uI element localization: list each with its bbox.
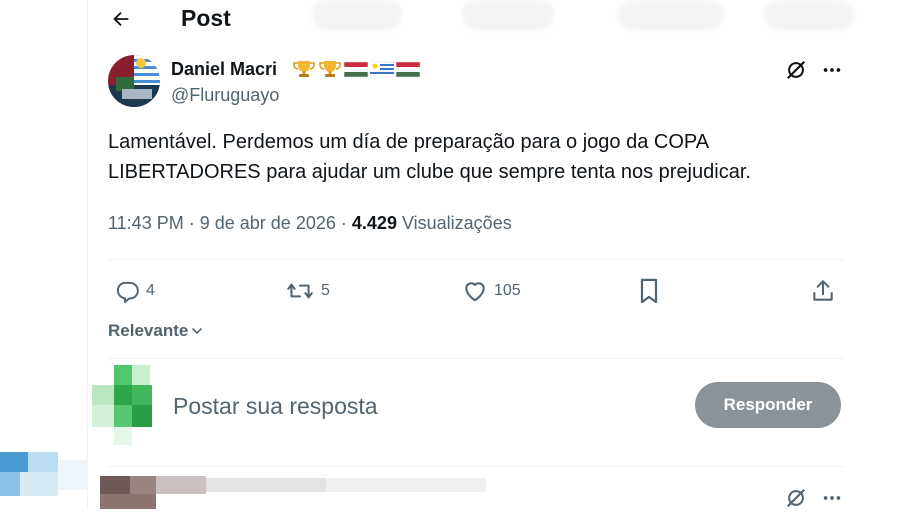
reply-input[interactable] <box>173 388 673 424</box>
reply-icon <box>116 281 139 304</box>
reply-count: 4 <box>146 282 155 299</box>
like-action[interactable]: 105 <box>462 276 521 306</box>
divider <box>108 358 844 359</box>
like-count: 105 <box>494 282 521 299</box>
repost-icon <box>287 283 313 299</box>
author-avatar[interactable] <box>108 55 160 107</box>
sort-label: Relevante <box>108 321 189 340</box>
post-text: Lamentável. Perdemos um día de preparaçã… <box>108 131 751 183</box>
trophy-icon <box>319 61 341 77</box>
post-time[interactable]: 11:43 PM <box>108 213 184 233</box>
header-blurred-tab <box>462 0 554 30</box>
grok-button[interactable] <box>782 56 810 84</box>
reply-button[interactable]: Responder <box>695 382 841 428</box>
more-horizontal-icon <box>823 68 841 72</box>
grok-icon <box>786 488 806 508</box>
more-options-button[interactable] <box>818 484 846 512</box>
share-action[interactable] <box>810 276 836 306</box>
meta-separator: · <box>340 213 347 233</box>
grok-button[interactable] <box>782 484 810 512</box>
views-label: Visualizações <box>401 213 512 233</box>
blurred-region <box>0 450 110 500</box>
flag-hungary-icon <box>344 61 368 78</box>
header-blurred-tab <box>618 0 724 30</box>
reply-action[interactable]: 4 <box>114 276 155 306</box>
chevron-down-icon <box>192 328 203 334</box>
current-user-avatar <box>92 365 172 445</box>
author-name[interactable]: Daniel Macri <box>171 58 277 80</box>
next-reply-author-blurred <box>100 470 490 509</box>
sort-replies-dropdown[interactable]: Relevante <box>108 321 204 341</box>
author-handle[interactable]: @Fluruguayo <box>171 84 279 106</box>
divider <box>108 466 844 467</box>
back-button[interactable] <box>106 4 136 34</box>
arrow-left-icon <box>113 11 129 27</box>
flag-hungary-icon <box>396 61 420 78</box>
bookmark-action[interactable] <box>637 276 661 306</box>
grok-icon <box>786 60 806 80</box>
page-title: Post <box>181 5 231 31</box>
right-strip <box>865 0 906 509</box>
heart-icon <box>465 282 485 302</box>
more-options-button[interactable] <box>818 56 846 84</box>
bookmark-icon <box>640 278 658 304</box>
divider <box>108 259 844 260</box>
header-blurred-tab <box>764 0 854 30</box>
header-blurred-tab <box>312 0 402 30</box>
more-horizontal-icon <box>823 496 841 500</box>
meta-separator: · <box>188 213 195 233</box>
trophy-icon <box>293 61 315 77</box>
post-date[interactable]: 9 de abr de 2026 <box>200 213 336 233</box>
left-gutter <box>0 0 87 509</box>
repost-action[interactable]: 5 <box>285 276 330 306</box>
views-count: 4.429 <box>351 213 397 233</box>
flag-uruguay-icon <box>370 61 394 78</box>
repost-count: 5 <box>321 282 330 299</box>
author-badges <box>292 58 420 80</box>
post-meta: 11:43 PM · 9 de abr de 2026 · 4.429 Visu… <box>108 212 512 234</box>
share-icon <box>813 280 833 301</box>
